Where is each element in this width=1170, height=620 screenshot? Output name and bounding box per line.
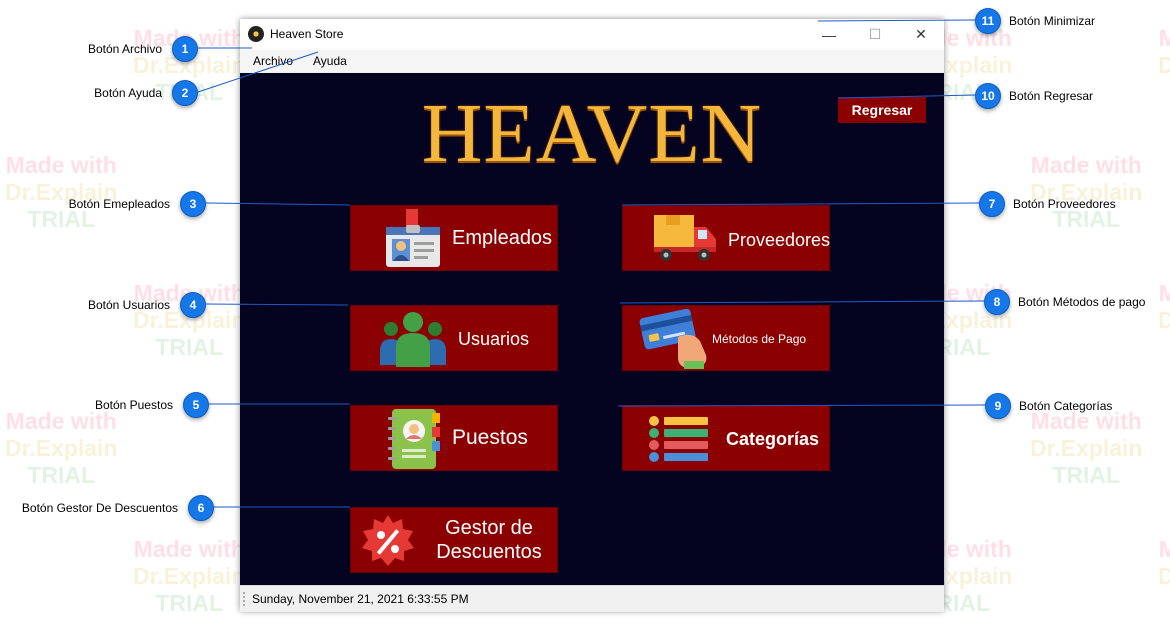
watermark-line: Dr.Explain xyxy=(5,435,118,461)
watermark-line: Dr.Explain xyxy=(133,563,246,589)
callout-label: Botón Minimizar xyxy=(1009,14,1096,28)
users-group-icon xyxy=(380,312,446,367)
callout-archivo: Botón Archivo 1 xyxy=(88,36,198,62)
watermark-text: Made withDr.ExplainTRIAL xyxy=(1158,536,1170,617)
watermark-line: Made with xyxy=(1158,536,1170,562)
watermark-text: Made withDr.ExplainTRIAL xyxy=(1030,408,1142,489)
address-book-icon xyxy=(388,409,440,469)
proveedores-button[interactable]: Proveedores xyxy=(622,205,830,271)
main-panel: HEAVEN Regresar Empleados Proveedores Us… xyxy=(240,73,944,585)
callout-badge: 4 xyxy=(180,292,206,318)
watermark-line: Dr.Explain xyxy=(1158,563,1170,589)
watermark-line: TRIAL xyxy=(1052,462,1121,488)
watermark-line: Made with xyxy=(5,152,117,178)
gestor-descuentos-button[interactable]: Gestor de Descuentos xyxy=(350,507,558,573)
app-window: Heaven Store — ☐ ✕ Archivo Ayuda HEAVEN … xyxy=(240,19,944,612)
callout-regresar: 10 Botón Regresar xyxy=(975,83,1093,109)
callout-proveedores: 7 Botón Proveedores xyxy=(979,191,1116,217)
watermark-line: TRIAL xyxy=(1158,79,1170,106)
callout-puestos: Botón Puestos 5 xyxy=(95,392,209,418)
watermark-line: TRIAL xyxy=(155,334,224,360)
callout-ayuda: Botón Ayuda 2 xyxy=(94,80,198,106)
gestor-label-line2: Descuentos xyxy=(436,541,542,563)
categorias-label: Categorías xyxy=(726,429,820,449)
proveedores-label: Proveedores xyxy=(728,230,831,250)
callout-usuarios: Botón Usuarios 4 xyxy=(88,292,206,318)
callout-badge: 1 xyxy=(172,36,198,62)
metodos-pago-button[interactable]: Métodos de Pago xyxy=(622,305,830,371)
callout-badge: 2 xyxy=(172,80,198,106)
callout-label: Botón Métodos de pago xyxy=(1018,295,1146,309)
callout-gestor: Botón Gestor De Descuentos 6 xyxy=(22,495,214,521)
callout-badge: 9 xyxy=(985,393,1011,419)
watermark-text: Made withDr.ExplainTRIAL xyxy=(1158,280,1170,361)
callout-label: Botón Emepleados xyxy=(68,197,170,211)
usuarios-button[interactable]: Usuarios xyxy=(350,305,558,371)
empleados-label: Empleados xyxy=(452,227,553,249)
id-card-icon xyxy=(386,209,440,267)
status-bar: Sunday, November 21, 2021 6:33:55 PM xyxy=(240,585,944,612)
callout-label: Botón Ayuda xyxy=(94,86,162,100)
callout-badge: 5 xyxy=(183,392,209,418)
watermark-line: Made with xyxy=(1030,152,1142,178)
callout-empleados: Botón Emepleados 3 xyxy=(69,191,206,217)
watermark-text: Made withDr.ExplainTRIAL xyxy=(5,408,117,489)
gestor-descuentos-label: Gestor de Descuentos xyxy=(430,516,548,564)
watermark-line: TRIAL xyxy=(27,462,96,488)
callout-badge: 6 xyxy=(188,495,214,521)
callout-label: Botón Gestor De Descuentos xyxy=(21,501,178,515)
callout-minimizar: 11 Botón Minimizar xyxy=(975,8,1095,34)
puestos-button[interactable]: Puestos xyxy=(350,405,558,471)
credit-card-hand-icon xyxy=(639,308,707,369)
categorias-button[interactable]: Categorías xyxy=(622,405,830,471)
callout-label: Botón Categorías xyxy=(1019,399,1113,413)
usuarios-label: Usuarios xyxy=(458,329,530,349)
callout-label: Botón Proveedores xyxy=(1013,197,1116,211)
puestos-label: Puestos xyxy=(452,426,528,449)
callout-label: Botón Regresar xyxy=(1009,89,1094,103)
minimize-button[interactable]: — xyxy=(806,19,852,50)
watermark-line: Dr.Explain xyxy=(1158,52,1170,78)
close-button[interactable]: ✕ xyxy=(898,19,944,50)
status-datetime: Sunday, November 21, 2021 6:33:55 PM xyxy=(252,592,469,606)
watermark-line: Made with xyxy=(1158,280,1170,306)
watermark-line: TRIAL xyxy=(155,590,224,616)
truck-icon xyxy=(654,215,716,261)
watermark-line: TRIAL xyxy=(1158,590,1170,617)
grip-handle-icon xyxy=(243,592,245,606)
callout-label: Botón Puestos xyxy=(94,398,173,412)
callout-badge: 11 xyxy=(975,8,1001,34)
watermark-line: TRIAL xyxy=(1158,334,1170,361)
callout-badge: 7 xyxy=(979,191,1005,217)
maximize-button[interactable]: ☐ xyxy=(852,19,898,50)
window-title: Heaven Store xyxy=(270,27,344,41)
callout-badge: 8 xyxy=(984,289,1010,315)
menu-archivo[interactable]: Archivo xyxy=(253,54,293,68)
callout-badge: 10 xyxy=(975,83,1001,109)
discount-badge-icon xyxy=(362,515,414,566)
callout-badge: 3 xyxy=(180,191,206,217)
callout-label: Botón Usuarios xyxy=(87,298,170,312)
watermark-line: Made with xyxy=(133,536,245,562)
metodos-pago-label: Métodos de Pago xyxy=(712,332,807,346)
watermark-text: Made withDr.ExplainTRIAL xyxy=(133,536,245,617)
callout-label: Botón Archivo xyxy=(87,42,162,56)
watermark-text: Made withDr.ExplainTRIAL xyxy=(1158,25,1170,106)
list-categories-icon xyxy=(649,416,708,462)
regresar-button[interactable]: Regresar xyxy=(838,97,926,123)
empleados-button[interactable]: Empleados xyxy=(350,205,558,271)
watermark-line: Dr.Explain xyxy=(1158,307,1170,333)
gestor-label-line1: Gestor de xyxy=(445,517,533,539)
menu-ayuda[interactable]: Ayuda xyxy=(313,54,347,68)
watermark-line: Made with xyxy=(1158,25,1170,51)
callout-metodos-pago: 8 Botón Métodos de pago xyxy=(984,289,1145,315)
title-bar: Heaven Store — ☐ ✕ xyxy=(240,19,944,50)
app-logo-icon xyxy=(248,26,264,42)
menu-bar: Archivo Ayuda xyxy=(240,50,944,72)
callout-categorias: 9 Botón Categorías xyxy=(985,393,1112,419)
watermark-line: Dr.Explain xyxy=(1030,435,1143,461)
